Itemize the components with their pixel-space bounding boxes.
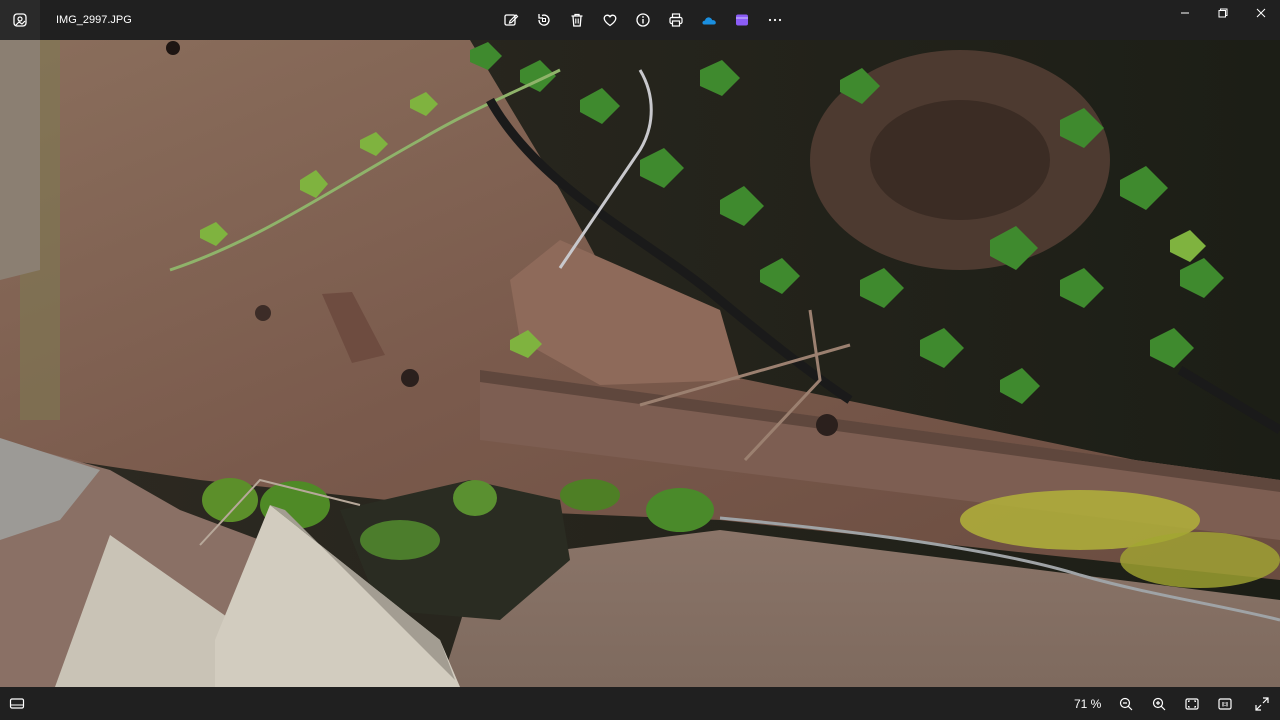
status-bar: 71 % (0, 687, 1280, 720)
zoom-out-button[interactable] (1116, 695, 1136, 713)
zoom-out-icon (1119, 697, 1133, 711)
minimize-icon (1181, 12, 1189, 14)
info-button[interactable] (626, 8, 659, 32)
photo-canvas[interactable] (0, 40, 1280, 687)
clipchamp-icon (735, 14, 748, 26)
photo-image (0, 40, 1280, 687)
info-icon (635, 13, 650, 27)
onedrive-icon (701, 17, 716, 25)
close-icon (1256, 8, 1266, 18)
rotate-icon (537, 14, 550, 26)
file-name: IMG_2997.JPG (56, 14, 132, 26)
delete-icon (571, 13, 582, 27)
more-icon (768, 18, 781, 22)
more-button[interactable] (758, 8, 791, 32)
actual-size-icon (1218, 698, 1232, 710)
zoom-level[interactable]: 71 % (1074, 697, 1101, 711)
window-controls (1166, 0, 1280, 32)
fit-to-window-button[interactable] (1182, 695, 1202, 713)
filmstrip-button[interactable] (6, 695, 28, 713)
actual-size-button[interactable] (1215, 695, 1235, 713)
full-screen-button[interactable] (1252, 695, 1272, 713)
rotate-button[interactable] (527, 8, 560, 32)
edit-icon (503, 14, 518, 26)
close-button[interactable] (1242, 0, 1280, 26)
fit-to-window-icon (1185, 698, 1199, 710)
photos-app-icon[interactable] (0, 0, 40, 40)
delete-button[interactable] (560, 8, 593, 32)
zoom-in-button[interactable] (1149, 695, 1169, 713)
title-bar: IMG_2997.JPG (0, 0, 1280, 40)
filmstrip-icon (9, 698, 25, 709)
maximize-icon (1218, 8, 1228, 18)
print-button[interactable] (659, 8, 692, 32)
minimize-button[interactable] (1166, 0, 1204, 26)
onedrive-button[interactable] (692, 8, 725, 32)
edit-button[interactable] (494, 8, 527, 32)
favorite-button[interactable] (593, 8, 626, 32)
favorite-icon (603, 14, 616, 27)
toolbar (494, 8, 791, 32)
print-icon (668, 13, 683, 27)
photos-logo-icon (13, 13, 27, 27)
full-screen-icon (1255, 697, 1269, 711)
maximize-button[interactable] (1204, 0, 1242, 26)
clipchamp-button[interactable] (725, 8, 758, 32)
zoom-in-icon (1152, 697, 1166, 711)
